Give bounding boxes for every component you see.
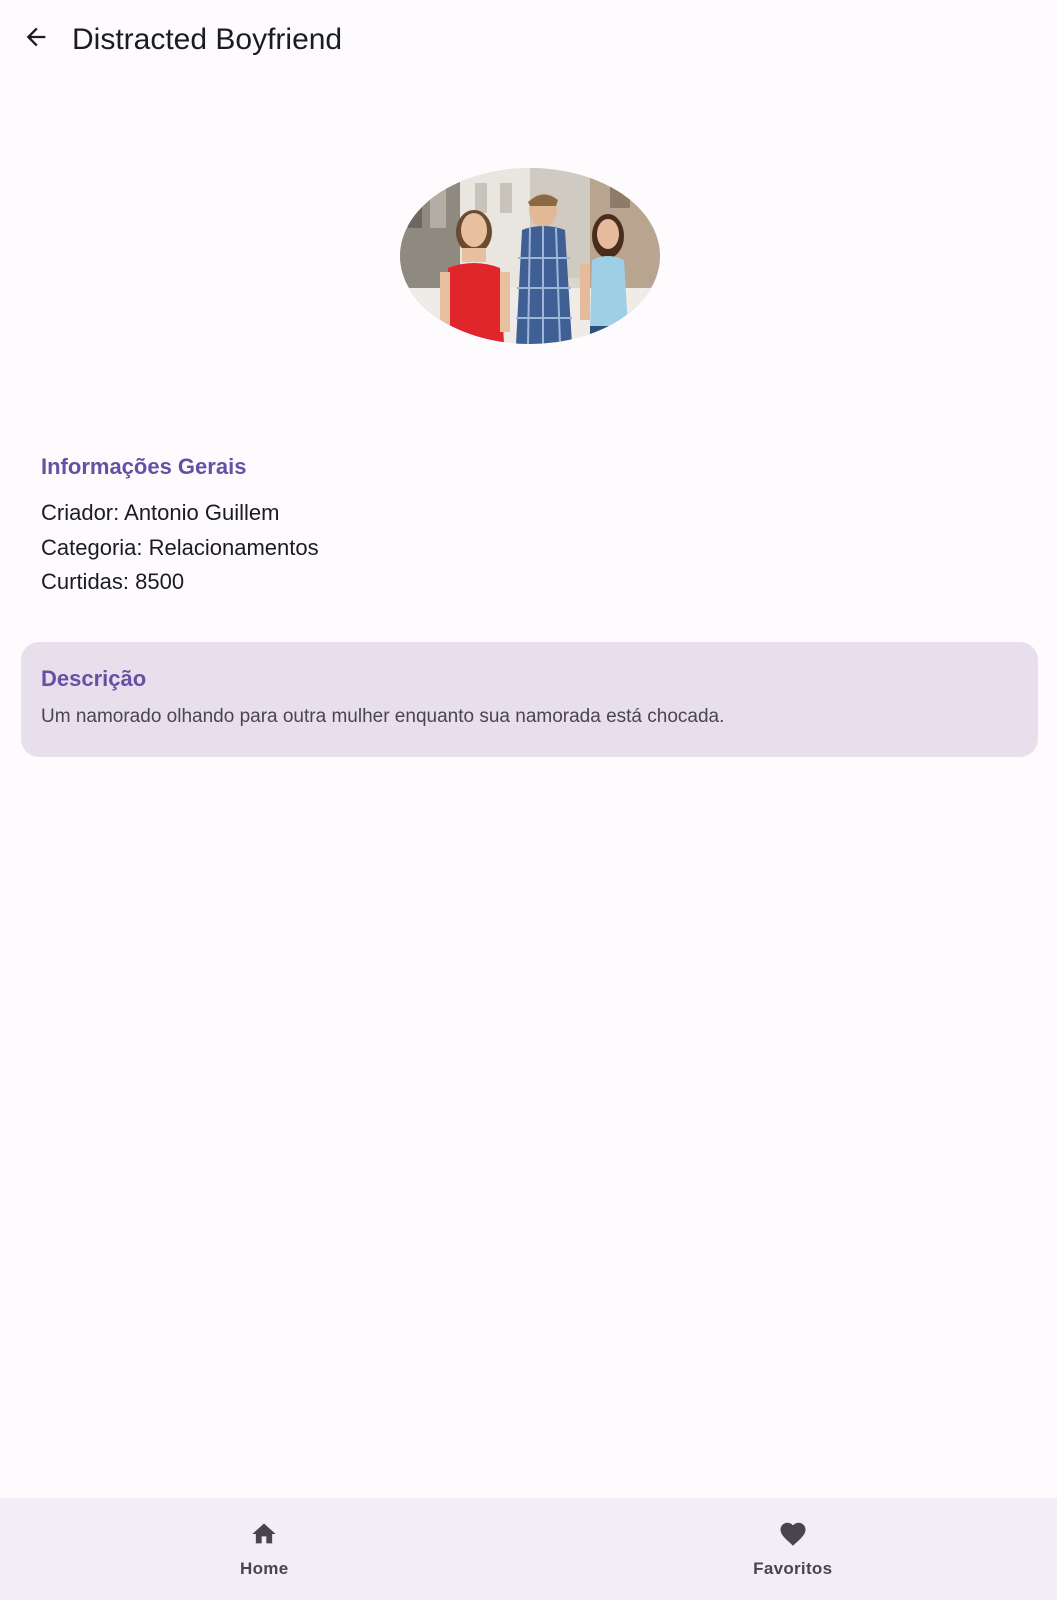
- home-icon: [248, 1518, 280, 1550]
- meme-image: [400, 168, 660, 344]
- general-info-section: Informações Gerais Criador: Antonio Guil…: [41, 452, 1021, 600]
- meme-detail-screen: Distracted Boyfriend Informações Gerais …: [0, 0, 1057, 1600]
- general-info-title: Informações Gerais: [41, 454, 247, 479]
- arrow-back-icon: [22, 23, 50, 56]
- top-app-bar: Distracted Boyfriend: [0, 0, 1057, 82]
- creator-text: Criador: Antonio Guillem: [41, 500, 280, 525]
- nav-home-label: Home: [240, 1559, 289, 1578]
- description-card: Descrição Um namorado olhando para outra…: [21, 642, 1038, 757]
- description-title: Descrição: [41, 666, 147, 691]
- category-text: Categoria: Relacionamentos: [41, 534, 319, 560]
- page-title: Distracted Boyfriend: [72, 23, 343, 56]
- heart-icon: [777, 1518, 809, 1550]
- bottom-navigation: Home Favoritos: [0, 1498, 1057, 1600]
- nav-favorites[interactable]: Favoritos: [529, 1498, 1057, 1600]
- nav-home[interactable]: Home: [0, 1498, 529, 1600]
- nav-favorites-label: Favoritos: [753, 1559, 833, 1578]
- description-text: Um namorado olhando para outra mulher en…: [41, 706, 725, 727]
- likes-text: Curtidas: 8500: [41, 569, 185, 594]
- back-button[interactable]: [14, 17, 58, 61]
